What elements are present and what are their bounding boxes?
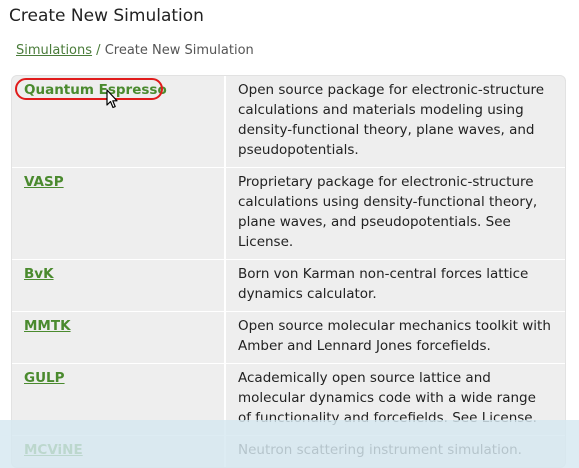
simulation-description: Neutron scattering instrument simulation… <box>238 442 522 458</box>
table-row: VASP Proprietary package for electronic-… <box>12 167 565 260</box>
simulation-description: Born von Karman non-central forces latti… <box>225 259 565 312</box>
simulation-link-quantum-espresso[interactable]: Quantum Espresso <box>24 82 167 98</box>
table-row: MMTK Open source molecular mechanics too… <box>12 311 565 364</box>
simulation-description: Proprietary package for electronic-struc… <box>225 167 565 260</box>
simulations-table: Quantum Espresso Open source package for… <box>11 75 566 468</box>
breadcrumb-current: Create New Simulation <box>104 43 254 58</box>
simulation-link-vasp[interactable]: VASP <box>24 174 64 190</box>
table-row: BvK Born von Karman non-central forces l… <box>12 259 565 312</box>
table-row: Quantum Espresso Open source package for… <box>12 76 565 168</box>
table-row: GULP Academically open source lattice an… <box>12 363 565 436</box>
simulation-description: Academically open source lattice and mol… <box>225 363 565 436</box>
table-row: MCViNE Neutron scattering instrument sim… <box>12 435 565 467</box>
simulation-name-cell: GULP <box>12 363 226 436</box>
simulation-name-cell: BvK <box>12 259 226 312</box>
page-title: Create New Simulation <box>9 6 204 26</box>
simulation-name-cell: MCViNE <box>12 435 226 467</box>
simulation-name-cell: MMTK <box>12 311 226 364</box>
simulation-name-cell: VASP <box>12 167 226 260</box>
simulation-description: Open source molecular mechanics toolkit … <box>225 311 565 364</box>
simulation-link-mmtk[interactable]: MMTK <box>24 318 71 334</box>
simulation-name-cell: Quantum Espresso <box>12 76 226 168</box>
simulation-link-gulp[interactable]: GULP <box>24 370 65 386</box>
breadcrumb: Simulations / Create New Simulation <box>16 43 254 58</box>
simulation-description: Open source package for electronic-struc… <box>225 76 565 168</box>
simulation-link-mcvine[interactable]: MCViNE <box>24 442 83 458</box>
breadcrumb-link-simulations[interactable]: Simulations <box>16 43 92 58</box>
breadcrumb-separator: / <box>96 43 101 58</box>
simulation-link-bvk[interactable]: BvK <box>24 266 54 282</box>
